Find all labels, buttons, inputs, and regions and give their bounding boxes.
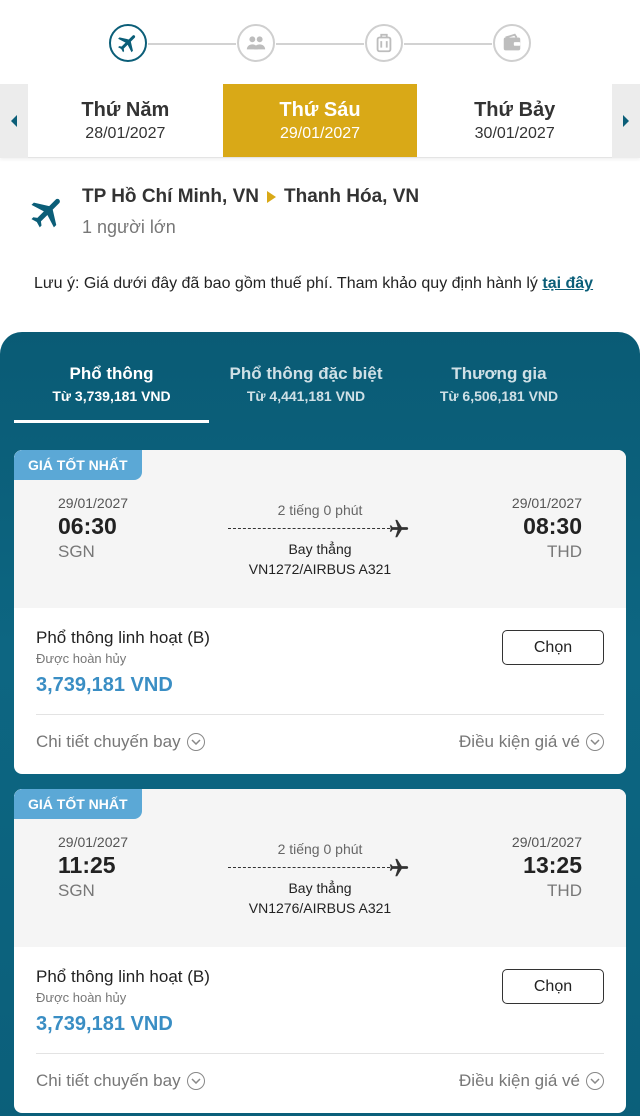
plane-icon: [31, 198, 60, 228]
flight-duration: 2 tiếng 0 phút: [277, 502, 363, 518]
flight-details-link[interactable]: Chi tiết chuyến bay: [36, 732, 205, 752]
date-selector: Thứ Năm 28/01/2027 Thứ Sáu 29/01/2027 Th…: [0, 84, 640, 158]
tab-label: Phổ thông đặc biệt: [229, 364, 383, 383]
passenger-count: 1 người lớn: [82, 217, 176, 237]
plane-icon: [389, 519, 409, 538]
departure-airport: SGN: [58, 881, 95, 900]
passengers-icon: [246, 36, 266, 50]
date-option-selected[interactable]: Thứ Sáu 29/01/2027: [222, 84, 418, 157]
refund-policy: Được hoàn hủy: [36, 651, 127, 666]
divider: [36, 1053, 604, 1054]
arrival-date: 29/01/2027: [511, 834, 582, 850]
chevron-down-icon: [586, 1072, 604, 1090]
step-flight[interactable]: [109, 24, 147, 62]
stepper-line: [404, 43, 492, 45]
flight-card: GIÁ TỐT NHẤT 29/01/2027 06:30 SGN 2 tiến…: [14, 450, 626, 774]
step-payment[interactable]: [493, 24, 531, 62]
fare-conditions-label: Điều kiện giá vé: [459, 1071, 580, 1090]
step-passengers[interactable]: [237, 24, 275, 62]
stops-info: Bay thẳng: [288, 880, 352, 896]
fare-conditions-link[interactable]: Điều kiện giá vé: [459, 732, 604, 752]
date-day-label: Thứ Năm: [81, 98, 170, 121]
date-option[interactable]: Thứ Năm 28/01/2027: [28, 84, 223, 157]
departure-date: 29/01/2027: [58, 495, 129, 511]
tab-label: Phổ thông: [69, 364, 154, 383]
tab-economy[interactable]: Phổ thông Từ 3,739,181 VND: [14, 364, 209, 404]
fare-price: 3,739,181 VND: [36, 1013, 173, 1035]
chevron-down-icon: [186, 1072, 205, 1090]
origin-city: TP Hồ Chí Minh, VN: [82, 186, 259, 207]
flight-path-line: [228, 867, 390, 868]
departure-date: 29/01/2027: [58, 834, 129, 850]
departure-airport: SGN: [58, 542, 95, 561]
tab-premium-economy[interactable]: Phổ thông đặc biệt Từ 4,441,181 VND: [210, 364, 402, 404]
refund-policy: Được hoàn hủy: [36, 990, 127, 1005]
destination-city: Thanh Hóa, VN: [283, 186, 420, 207]
fare-class-name: Phổ thông linh hoạt (B): [36, 967, 210, 986]
arrow-right-icon: [266, 191, 276, 203]
arrival-airport: THD: [547, 881, 582, 900]
flight-details-label: Chi tiết chuyến bay: [36, 732, 181, 751]
chevron-left-icon: [11, 115, 17, 127]
flight-details-link[interactable]: Chi tiết chuyến bay: [36, 1071, 205, 1091]
date-value: 28/01/2027: [85, 124, 166, 142]
date-day-label: Thứ Sáu: [279, 98, 361, 121]
chevron-down-icon: [586, 733, 604, 751]
flight-details-label: Chi tiết chuyến bay: [36, 1071, 181, 1090]
arrival-airport: THD: [547, 542, 582, 561]
fare-conditions-label: Điều kiện giá vé: [459, 732, 580, 751]
tax-note: Lưu ý: Giá dưới đây đã bao gồm thuế phí.…: [34, 272, 634, 295]
cabin-tabs: Phổ thông Từ 3,739,181 VND Phổ thông đặc…: [0, 332, 640, 424]
flight-number: VN1276/AIRBUS A321: [248, 900, 392, 916]
fare-price: 3,739,181 VND: [36, 674, 173, 696]
select-flight-button[interactable]: Chọn: [502, 969, 604, 1004]
active-tab-indicator: [14, 420, 209, 423]
flight-number: VN1272/AIRBUS A321: [248, 561, 392, 577]
divider: [36, 714, 604, 715]
fare-class-name: Phổ thông linh hoạt (B): [36, 628, 210, 647]
tab-price: Từ 6,506,181 VND: [439, 388, 559, 404]
arrival-time: 08:30: [523, 513, 582, 539]
date-value: 30/01/2027: [474, 124, 555, 142]
baggage-icon: [376, 33, 392, 53]
best-price-badge: GIÁ TỐT NHẤT: [14, 450, 142, 480]
flight-card: GIÁ TỐT NHẤT 29/01/2027 11:25 SGN 2 tiến…: [14, 789, 626, 1113]
route-title: TP Hồ Chí Minh, VN Thanh Hóa, VN: [82, 186, 419, 208]
baggage-policy-link[interactable]: tại đây: [542, 275, 593, 292]
stops-info: Bay thẳng: [288, 541, 352, 557]
prev-date-button[interactable]: [0, 84, 28, 158]
wallet-icon: [503, 33, 521, 51]
select-flight-button[interactable]: Chọn: [502, 630, 604, 665]
chevron-right-icon: [623, 115, 630, 127]
date-option[interactable]: Thứ Bảy 30/01/2027: [417, 84, 613, 157]
date-day-label: Thứ Bảy: [474, 98, 556, 121]
arrival-date: 29/01/2027: [511, 495, 582, 511]
departure-time: 06:30: [58, 513, 117, 539]
tab-label: Thương gia: [451, 364, 547, 383]
date-value: 29/01/2027: [279, 124, 361, 142]
tab-price: Từ 4,441,181 VND: [246, 388, 366, 404]
arrival-time: 13:25: [523, 852, 582, 878]
tax-note-text: Lưu ý: Giá dưới đây đã bao gồm thuế phí.…: [34, 275, 543, 292]
flight-path-line: [228, 528, 390, 529]
plane-icon: [389, 858, 409, 877]
plane-icon: [118, 35, 136, 53]
route-summary: TP Hồ Chí Minh, VN Thanh Hóa, VN 1 người…: [26, 180, 616, 250]
stepper-line: [148, 43, 236, 45]
step-baggage[interactable]: [365, 24, 403, 62]
chevron-down-icon: [186, 733, 205, 751]
tab-business[interactable]: Thương gia Từ 6,506,181 VND: [403, 364, 595, 404]
departure-time: 11:25: [58, 852, 116, 878]
stepper-line: [276, 43, 364, 45]
next-date-button[interactable]: [612, 84, 640, 158]
fare-conditions-link[interactable]: Điều kiện giá vé: [459, 1071, 604, 1091]
flight-duration: 2 tiếng 0 phút: [277, 841, 363, 857]
booking-stepper: [0, 0, 640, 84]
best-price-badge: GIÁ TỐT NHẤT: [14, 789, 142, 819]
tab-price: Từ 3,739,181 VND: [52, 388, 171, 404]
